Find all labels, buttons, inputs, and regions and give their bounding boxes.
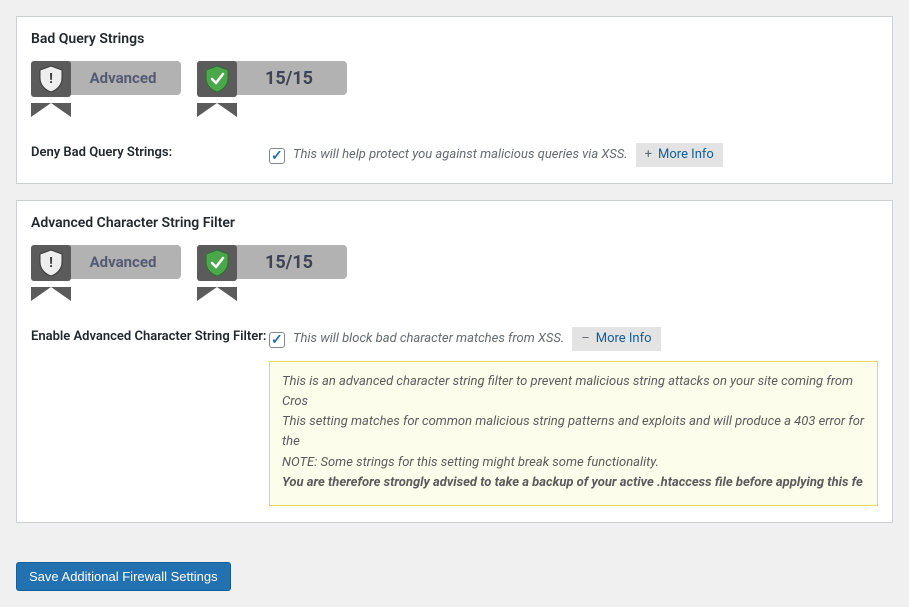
more-info-button[interactable]: + More Info <box>636 143 723 167</box>
svg-text:!: ! <box>49 71 53 87</box>
badges-row: ! Advanced 15/15 <box>17 237 892 301</box>
info-note: NOTE: Some strings for this setting migh… <box>282 453 865 473</box>
badge-score: 15/15 <box>197 245 347 301</box>
ribbon <box>197 245 237 301</box>
setting-label: Enable Advanced Character String Filter: <box>31 327 269 344</box>
panel-bad-query-strings: Bad Query Strings ! Advanced 15/15 Deny … <box>16 16 893 184</box>
badge-level: ! Advanced <box>31 61 181 117</box>
ribbon: ! <box>31 245 71 301</box>
info-box: This is an advanced character string fil… <box>269 361 878 506</box>
badge-score-label: 15/15 <box>231 61 347 95</box>
plus-icon: + <box>645 144 652 166</box>
badges-row: ! Advanced 15/15 <box>17 53 892 117</box>
info-line: This setting matches for common maliciou… <box>282 412 865 452</box>
info-strong: You are therefore strongly advised to ta… <box>282 473 865 493</box>
setting-row-enable-adv-filter: Enable Advanced Character String Filter:… <box>17 301 892 506</box>
minus-icon: – <box>581 328 590 350</box>
deny-bad-query-checkbox[interactable] <box>269 148 285 164</box>
badge-level-label: Advanced <box>65 61 181 95</box>
panel-title: Bad Query Strings <box>17 17 892 53</box>
badge-score: 15/15 <box>197 61 347 117</box>
ribbon <box>197 61 237 117</box>
more-info-label: More Info <box>596 328 652 350</box>
shield-check-icon <box>204 249 230 277</box>
setting-description: This will block bad character matches fr… <box>293 329 564 349</box>
more-info-button[interactable]: – More Info <box>572 327 660 351</box>
setting-description: This will help protect you against malic… <box>293 145 628 165</box>
more-info-label: More Info <box>658 144 714 166</box>
svg-text:!: ! <box>49 255 53 271</box>
ribbon: ! <box>31 61 71 117</box>
badge-score-label: 15/15 <box>231 245 347 279</box>
save-additional-firewall-button[interactable]: Save Additional Firewall Settings <box>16 562 231 591</box>
setting-row-deny-bad-query: Deny Bad Query Strings: This will help p… <box>17 117 892 167</box>
shield-icon: ! <box>38 249 64 277</box>
shield-check-icon <box>204 65 230 93</box>
panel-title: Advanced Character String Filter <box>17 201 892 237</box>
badge-level: ! Advanced <box>31 245 181 301</box>
setting-label: Deny Bad Query Strings: <box>31 143 269 160</box>
enable-adv-filter-checkbox[interactable] <box>269 332 285 348</box>
badge-level-label: Advanced <box>65 245 181 279</box>
panel-advanced-char-filter: Advanced Character String Filter ! Advan… <box>16 200 893 523</box>
shield-icon: ! <box>38 65 64 93</box>
info-line: This is an advanced character string fil… <box>282 372 865 412</box>
